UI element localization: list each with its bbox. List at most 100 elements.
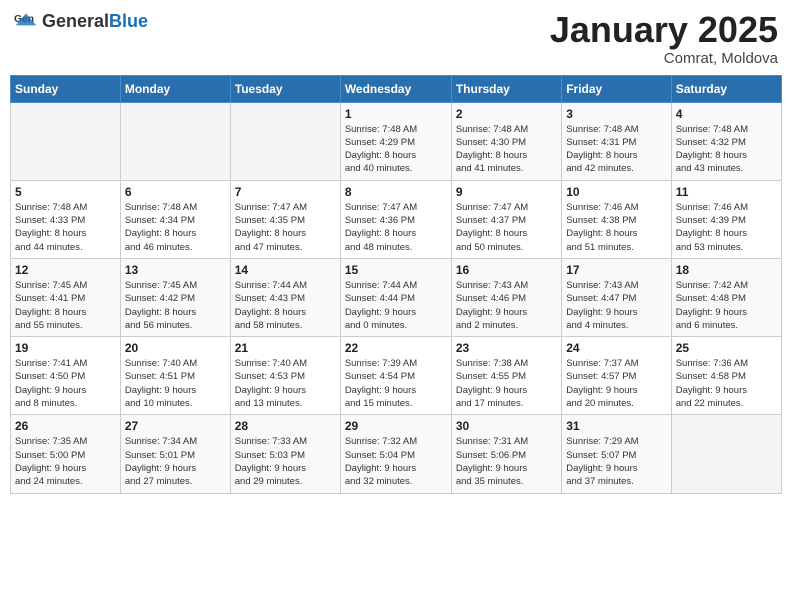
calendar-cell: 1 Sunrise: 7:48 AM Sunset: 4:29 PM Daylig… [340,102,451,180]
calendar-cell: 27 Sunrise: 7:34 AM Sunset: 5:01 PM Dayli… [120,415,230,493]
calendar-cell: 15 Sunrise: 7:44 AM Sunset: 4:44 PM Dayli… [340,258,451,336]
day-number: 10 [566,185,666,199]
day-number: 1 [345,107,447,121]
day-info: Sunrise: 7:46 AM Sunset: 4:38 PM Dayligh… [566,201,666,254]
calendar-cell: 6Sunrise: 7:48 AM Sunset: 4:34 PM Daylig… [120,180,230,258]
calendar-week-row: 1 Sunrise: 7:48 AM Sunset: 4:29 PM Daylig… [11,102,782,180]
day-info: Sunrise: 7:40 AM Sunset: 4:51 PM Dayligh… [125,357,226,410]
header: Gen GeneralBlue January 2025 Comrat, Mol… [10,10,782,67]
day-number: 11 [676,185,777,199]
day-number: 28 [235,419,336,433]
day-info: Sunrise: 7:36 AM Sunset: 4:58 PM Dayligh… [676,357,777,410]
day-number: 23 [456,341,557,355]
calendar-cell: 31 Sunrise: 7:29 AM Sunset: 5:07 PM Dayli… [562,415,671,493]
day-info: Sunrise: 7:32 AM Sunset: 5:04 PM Dayligh… [345,435,447,488]
day-info: Sunrise: 7:29 AM Sunset: 5:07 PM Dayligh… [566,435,666,488]
calendar-cell: 21Sunrise: 7:40 AM Sunset: 4:53 PM Dayli… [230,337,340,415]
day-info: Sunrise: 7:34 AM Sunset: 5:01 PM Dayligh… [125,435,226,488]
day-number: 3 [566,107,666,121]
calendar-cell [671,415,781,493]
calendar-cell: 16Sunrise: 7:43 AM Sunset: 4:46 PM Dayli… [451,258,561,336]
day-info: Sunrise: 7:44 AM Sunset: 4:43 PM Dayligh… [235,279,336,332]
day-info: Sunrise: 7:48 AM Sunset: 4:31 PM Dayligh… [566,123,666,176]
day-info: Sunrise: 7:48 AM Sunset: 4:32 PM Dayligh… [676,123,777,176]
calendar-cell: 17 Sunrise: 7:43 AM Sunset: 4:47 PM Dayli… [562,258,671,336]
calendar-cell: 4 Sunrise: 7:48 AM Sunset: 4:32 PM Daylig… [671,102,781,180]
calendar-cell [11,102,121,180]
day-number: 13 [125,263,226,277]
day-info: Sunrise: 7:38 AM Sunset: 4:55 PM Dayligh… [456,357,557,410]
day-info: Sunrise: 7:48 AM Sunset: 4:33 PM Dayligh… [15,201,116,254]
calendar-header-row: SundayMondayTuesdayWednesdayThursdayFrid… [11,75,782,102]
day-info: Sunrise: 7:47 AM Sunset: 4:37 PM Dayligh… [456,201,557,254]
day-info: Sunrise: 7:33 AM Sunset: 5:03 PM Dayligh… [235,435,336,488]
day-number: 17 [566,263,666,277]
title-section: January 2025 Comrat, Moldova [550,10,778,67]
calendar-week-row: 5 Sunrise: 7:48 AM Sunset: 4:33 PM Daylig… [11,180,782,258]
day-number: 6 [125,185,226,199]
day-number: 18 [676,263,777,277]
day-number: 12 [15,263,116,277]
calendar-cell: 23 Sunrise: 7:38 AM Sunset: 4:55 PM Dayli… [451,337,561,415]
day-info: Sunrise: 7:45 AM Sunset: 4:42 PM Dayligh… [125,279,226,332]
calendar-cell: 7Sunrise: 7:47 AM Sunset: 4:35 PM Daylig… [230,180,340,258]
day-number: 4 [676,107,777,121]
calendar-cell [120,102,230,180]
calendar-cell: 2Sunrise: 7:48 AM Sunset: 4:30 PM Daylig… [451,102,561,180]
day-number: 5 [15,185,116,199]
day-number: 22 [345,341,447,355]
calendar-cell: 9 Sunrise: 7:47 AM Sunset: 4:37 PM Daylig… [451,180,561,258]
calendar-cell: 20Sunrise: 7:40 AM Sunset: 4:51 PM Dayli… [120,337,230,415]
logo: Gen GeneralBlue [14,10,148,34]
day-number: 27 [125,419,226,433]
calendar-cell: 18Sunrise: 7:42 AM Sunset: 4:48 PM Dayli… [671,258,781,336]
calendar-cell: 24 Sunrise: 7:37 AM Sunset: 4:57 PM Dayli… [562,337,671,415]
day-number: 16 [456,263,557,277]
calendar-cell: 3 Sunrise: 7:48 AM Sunset: 4:31 PM Daylig… [562,102,671,180]
day-info: Sunrise: 7:41 AM Sunset: 4:50 PM Dayligh… [15,357,116,410]
calendar-cell: 10 Sunrise: 7:46 AM Sunset: 4:38 PM Dayli… [562,180,671,258]
day-header-friday: Friday [562,75,671,102]
calendar-cell: 14 Sunrise: 7:44 AM Sunset: 4:43 PM Dayli… [230,258,340,336]
day-header-wednesday: Wednesday [340,75,451,102]
day-number: 15 [345,263,447,277]
calendar-cell: 25 Sunrise: 7:36 AM Sunset: 4:58 PM Dayli… [671,337,781,415]
calendar-cell: 5 Sunrise: 7:48 AM Sunset: 4:33 PM Daylig… [11,180,121,258]
day-header-thursday: Thursday [451,75,561,102]
calendar-week-row: 19Sunrise: 7:41 AM Sunset: 4:50 PM Dayli… [11,337,782,415]
calendar-cell: 22 Sunrise: 7:39 AM Sunset: 4:54 PM Dayli… [340,337,451,415]
calendar-cell: 26Sunrise: 7:35 AM Sunset: 5:00 PM Dayli… [11,415,121,493]
day-info: Sunrise: 7:44 AM Sunset: 4:44 PM Dayligh… [345,279,447,332]
day-info: Sunrise: 7:43 AM Sunset: 4:47 PM Dayligh… [566,279,666,332]
day-info: Sunrise: 7:37 AM Sunset: 4:57 PM Dayligh… [566,357,666,410]
day-info: Sunrise: 7:47 AM Sunset: 4:35 PM Dayligh… [235,201,336,254]
day-info: Sunrise: 7:40 AM Sunset: 4:53 PM Dayligh… [235,357,336,410]
day-header-tuesday: Tuesday [230,75,340,102]
logo-text: GeneralBlue [42,12,148,32]
day-info: Sunrise: 7:46 AM Sunset: 4:39 PM Dayligh… [676,201,777,254]
calendar-week-row: 26Sunrise: 7:35 AM Sunset: 5:00 PM Dayli… [11,415,782,493]
day-number: 31 [566,419,666,433]
day-info: Sunrise: 7:48 AM Sunset: 4:29 PM Dayligh… [345,123,447,176]
calendar-cell: 29Sunrise: 7:32 AM Sunset: 5:04 PM Dayli… [340,415,451,493]
calendar-cell: 28 Sunrise: 7:33 AM Sunset: 5:03 PM Dayli… [230,415,340,493]
day-number: 26 [15,419,116,433]
day-info: Sunrise: 7:47 AM Sunset: 4:36 PM Dayligh… [345,201,447,254]
calendar-week-row: 12 Sunrise: 7:45 AM Sunset: 4:41 PM Dayli… [11,258,782,336]
day-number: 24 [566,341,666,355]
day-info: Sunrise: 7:31 AM Sunset: 5:06 PM Dayligh… [456,435,557,488]
day-number: 30 [456,419,557,433]
day-number: 9 [456,185,557,199]
day-number: 14 [235,263,336,277]
day-info: Sunrise: 7:48 AM Sunset: 4:30 PM Dayligh… [456,123,557,176]
day-info: Sunrise: 7:39 AM Sunset: 4:54 PM Dayligh… [345,357,447,410]
day-header-monday: Monday [120,75,230,102]
calendar-cell: 12 Sunrise: 7:45 AM Sunset: 4:41 PM Dayli… [11,258,121,336]
month-title: January 2025 [550,10,778,50]
day-header-sunday: Sunday [11,75,121,102]
day-number: 25 [676,341,777,355]
calendar: SundayMondayTuesdayWednesdayThursdayFrid… [10,75,782,494]
calendar-cell: 11 Sunrise: 7:46 AM Sunset: 4:39 PM Dayli… [671,180,781,258]
day-info: Sunrise: 7:45 AM Sunset: 4:41 PM Dayligh… [15,279,116,332]
logo-icon: Gen [14,10,38,34]
